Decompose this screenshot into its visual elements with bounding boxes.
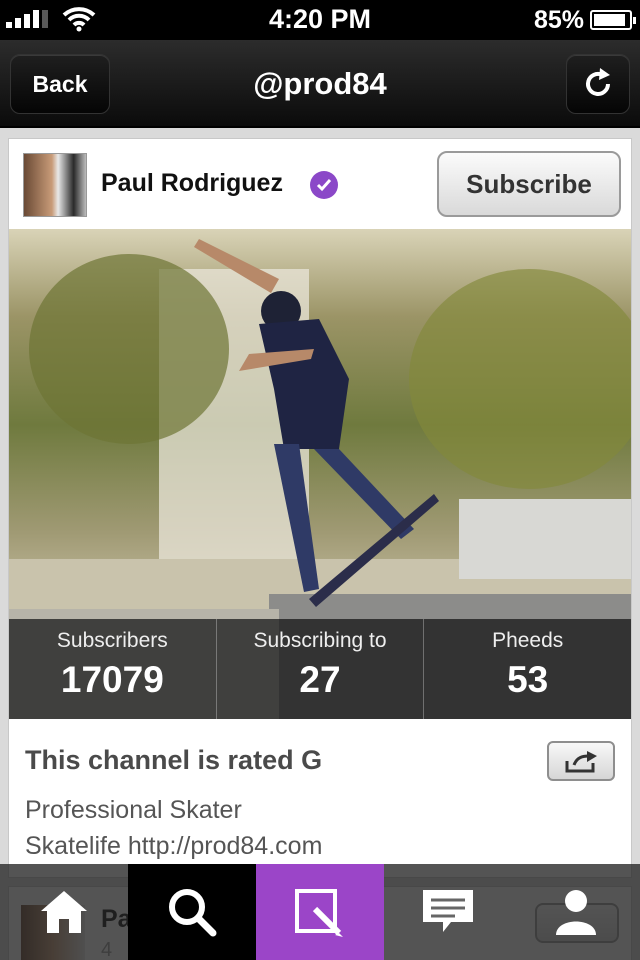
stat-subscribing-to[interactable]: Subscribing to 27 — [217, 619, 425, 719]
messages-tab[interactable] — [384, 864, 512, 960]
stat-value: 53 — [507, 659, 549, 700]
channel-bio: Professional Skater Skatelife http://pro… — [25, 792, 615, 864]
search-icon — [169, 889, 217, 937]
back-button[interactable]: Back — [10, 54, 110, 114]
refresh-button[interactable] — [566, 54, 630, 114]
share-icon — [565, 751, 597, 773]
battery-icon — [590, 10, 636, 30]
stat-value: 27 — [299, 659, 341, 700]
stat-value: 17079 — [60, 659, 164, 700]
channel-description: This channel is rated G Professional Ska… — [25, 745, 615, 864]
stat-label: Subscribing to — [253, 629, 387, 652]
status-bar: 4:20 PM 85% — [0, 0, 640, 40]
refresh-icon — [586, 68, 610, 96]
subscribe-button[interactable]: Subscribe — [437, 151, 621, 217]
verified-badge-icon — [310, 171, 338, 199]
stat-pheeds[interactable]: Pheeds 53 — [424, 619, 631, 719]
channel-name[interactable]: Paul Rodriguez — [101, 169, 283, 198]
home-icon — [41, 891, 87, 933]
battery-percentage: 85% — [533, 6, 584, 34]
channel-card: Paul Rodriguez Subscribe Subscribers 170… — [8, 138, 632, 878]
compose-tab[interactable] — [256, 864, 384, 960]
app-screen: 4:20 PM 85% Back @prod84 Paul Rodriguez … — [0, 0, 640, 960]
channel-stats: Subscribers 17079 Subscribing to 27 Phee… — [9, 619, 631, 719]
channel-rating: This channel is rated G — [25, 745, 323, 775]
compose-icon — [295, 889, 343, 937]
navigation-bar: Back @prod84 — [0, 40, 640, 128]
user-icon — [556, 890, 596, 935]
page-title: @prod84 — [253, 66, 387, 101]
bio-line: Professional Skater — [25, 796, 242, 824]
avatar[interactable] — [23, 153, 87, 217]
stat-label: Subscribers — [56, 629, 168, 652]
bio-line: Skatelife http://prod84.com — [25, 832, 323, 860]
stat-subscribers[interactable]: Subscribers 17079 — [9, 619, 217, 719]
share-button[interactable] — [547, 741, 615, 781]
channel-header: Paul Rodriguez Subscribe — [9, 139, 631, 229]
stat-label: Pheeds — [492, 629, 564, 652]
tab-bar — [0, 864, 640, 960]
home-tab[interactable] — [0, 864, 128, 960]
chat-icon — [423, 890, 473, 932]
search-tab[interactable] — [128, 864, 256, 960]
profile-tab[interactable] — [512, 864, 640, 960]
